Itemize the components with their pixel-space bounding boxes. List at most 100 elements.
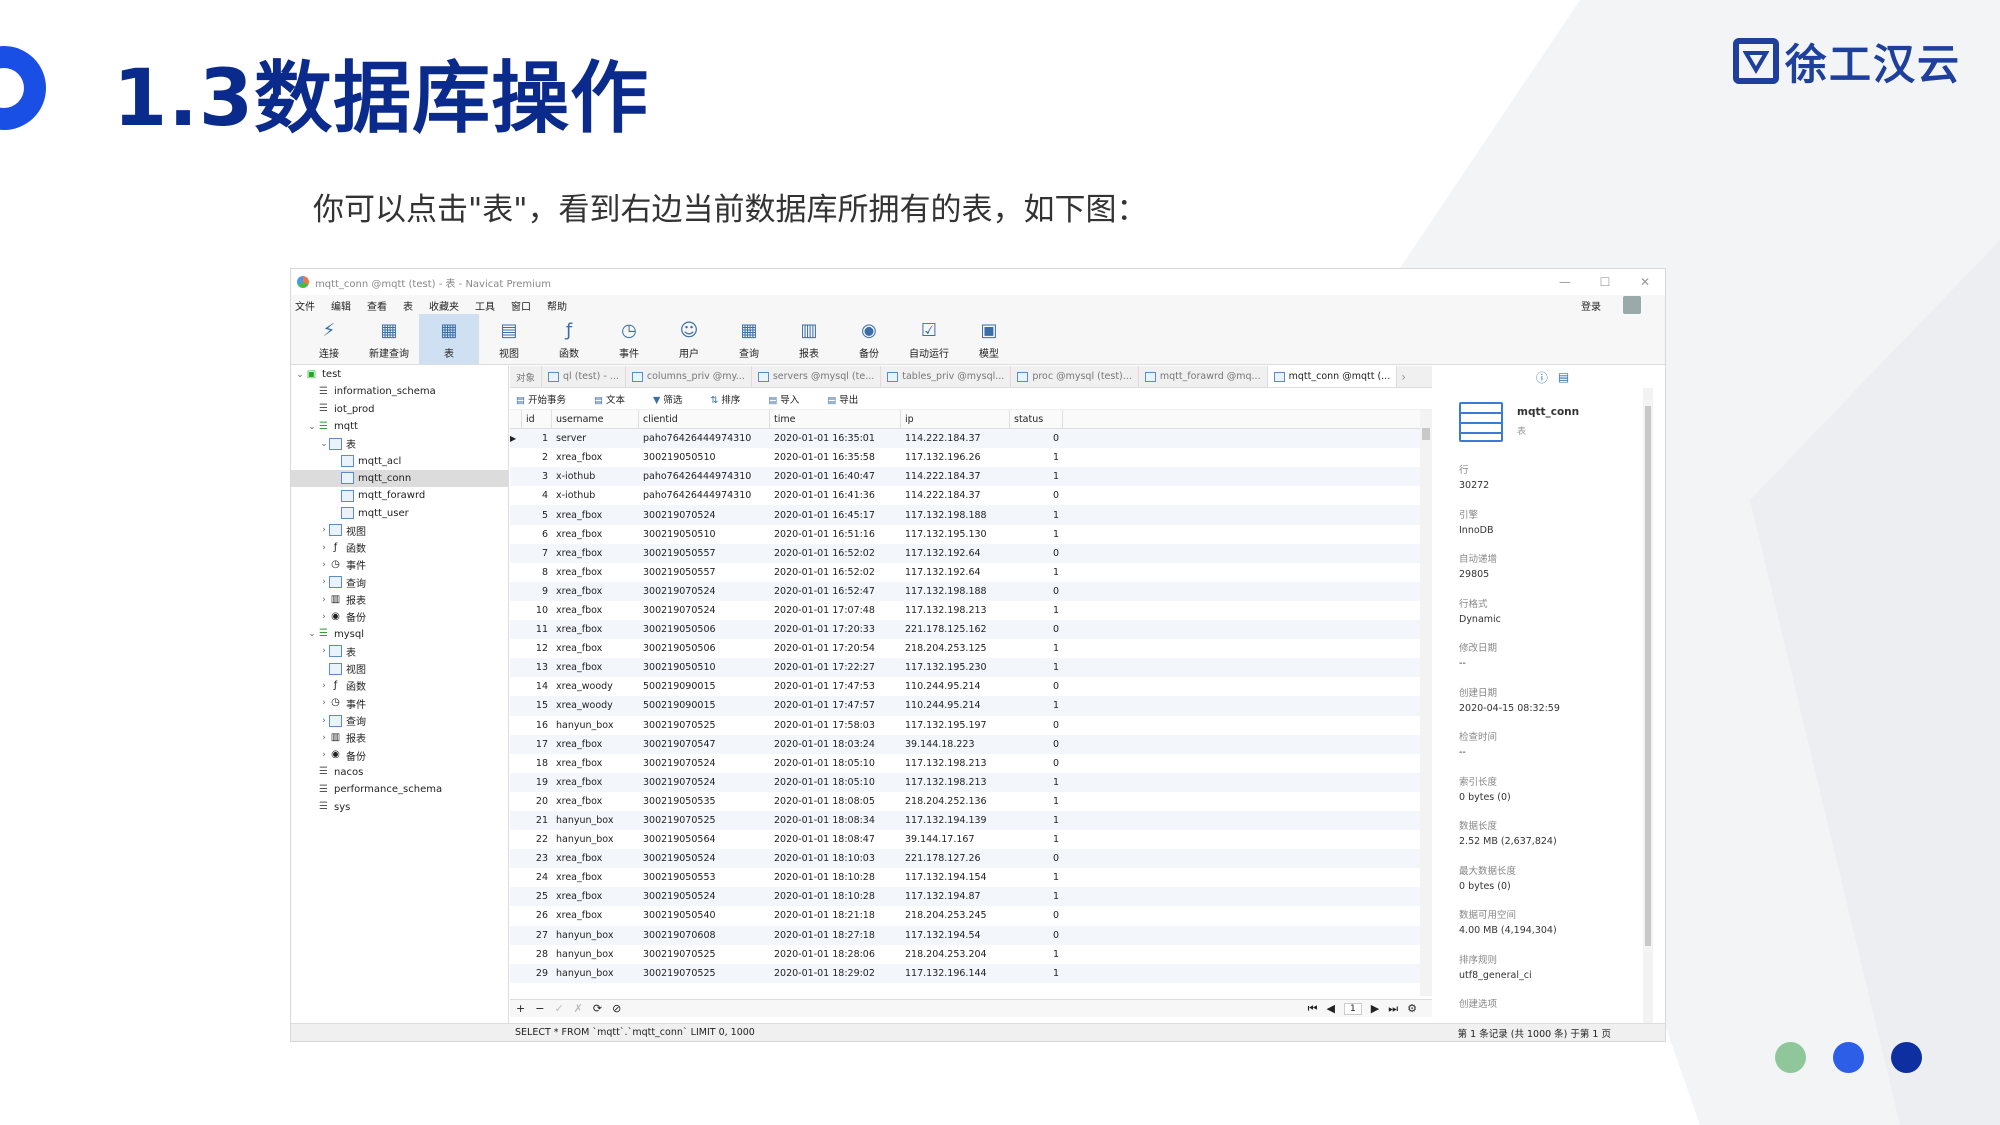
table-row[interactable]: 15 xrea_woody 500219090015 2020-01-01 17:47…	[510, 696, 1432, 716]
cell-username[interactable]: xrea_fbox	[552, 739, 639, 750]
cell-status[interactable]: 1	[1010, 700, 1063, 711]
cell-username[interactable]: xrea_fbox	[552, 510, 639, 521]
tree-expand-icon[interactable]: ›	[319, 698, 329, 708]
cell-status[interactable]: 1	[1010, 777, 1063, 788]
cell-status[interactable]: 1	[1010, 968, 1063, 979]
table-row[interactable]: 20 xrea_fbox 300219050535 2020-01-01 18:08:…	[510, 792, 1432, 811]
cell-status[interactable]: 0	[1010, 758, 1063, 769]
tree-expand-icon[interactable]: ›	[319, 646, 329, 656]
column-header-ip[interactable]: ip	[901, 409, 1010, 429]
tree-item[interactable]: › 查询	[291, 574, 508, 591]
table-row[interactable]: 9 xrea_fbox 300219070524 2020-01-01 16:52:4…	[510, 581, 1432, 601]
cell-clientid[interactable]: paho76426444974310	[639, 433, 770, 444]
cell-ip[interactable]: 117.132.194.87	[901, 891, 1010, 902]
table-row[interactable]: ▶ 1 server paho76426444974310 2020-01-01 16:…	[510, 429, 1432, 449]
cell-clientid[interactable]: 300219070524	[639, 586, 770, 597]
cell-status[interactable]: 0	[1010, 624, 1063, 635]
table-row[interactable]: 13 xrea_fbox 300219050510 2020-01-01 17:22:…	[510, 658, 1432, 678]
cell-time[interactable]: 2020-01-01 18:08:34	[770, 815, 901, 826]
last-page-button[interactable]: ⏭	[1388, 1002, 1398, 1016]
cell-time[interactable]: 2020-01-01 17:20:33	[770, 624, 901, 635]
tree-item[interactable]: › ◉ 备份	[291, 747, 508, 764]
tree-expand-icon[interactable]: ⌄	[295, 370, 305, 380]
table-row[interactable]: 24 xrea_fbox 300219050553 2020-01-01 18:10:…	[510, 868, 1432, 887]
cell-clientid[interactable]: 300219070525	[639, 720, 770, 731]
tree-item[interactable]: mqtt_user	[291, 504, 508, 521]
menu-item-6[interactable]: 窗口	[511, 298, 531, 313]
cell-username[interactable]: xrea_fbox	[552, 758, 639, 769]
cell-time[interactable]: 2020-01-01 17:47:53	[770, 681, 901, 692]
grid-vertical-scrollbar[interactable]	[1420, 410, 1432, 996]
cell-username[interactable]: hanyun_box	[552, 834, 639, 845]
cell-username[interactable]: hanyun_box	[552, 720, 639, 731]
cell-status[interactable]: 1	[1010, 834, 1063, 845]
cell-status[interactable]: 1	[1010, 872, 1063, 883]
table-row[interactable]: 11 xrea_fbox 300219050506 2020-01-01 17:20:…	[510, 620, 1432, 640]
toolbar-user-button[interactable]: ☺ 用户	[659, 314, 719, 364]
table-row[interactable]: 8 xrea_fbox 300219050557 2020-01-01 16:52:0…	[510, 563, 1432, 582]
tree-item[interactable]: › ◷ 事件	[291, 556, 508, 573]
cell-id[interactable]: 3	[522, 471, 552, 482]
menu-item-4[interactable]: 收藏夹	[429, 298, 459, 313]
cell-status[interactable]: 0	[1010, 548, 1063, 559]
tab-1[interactable]: ql (test) - ...	[542, 366, 626, 387]
cell-id[interactable]: 12	[522, 643, 552, 654]
info-icon[interactable]: ⓘ	[1536, 369, 1548, 386]
cell-id[interactable]: 15	[522, 700, 552, 711]
cell-time[interactable]: 2020-01-01 18:28:06	[770, 949, 901, 960]
cell-id[interactable]: 11	[522, 624, 552, 635]
cell-clientid[interactable]: 300219050540	[639, 910, 770, 921]
cell-username[interactable]: xrea_fbox	[552, 872, 639, 883]
settings-icon[interactable]: ⚙	[1407, 1002, 1417, 1015]
data-tool-button-3[interactable]: ⇅ 排序	[710, 392, 754, 406]
menu-item-3[interactable]: 表	[403, 298, 413, 313]
cell-ip[interactable]: 117.132.198.213	[901, 605, 1010, 616]
table-row[interactable]: 3 x-iothub paho76426444974310 2020-01-01 16…	[510, 467, 1432, 487]
cell-username[interactable]: xrea_fbox	[552, 529, 639, 540]
column-header-time[interactable]: time	[770, 409, 901, 429]
cell-clientid[interactable]: 300219050506	[639, 624, 770, 635]
cell-status[interactable]: 1	[1010, 567, 1063, 578]
table-row[interactable]: 22 hanyun_box 300219050564 2020-01-01 18:08…	[510, 830, 1432, 849]
cell-ip[interactable]: 114.222.184.37	[901, 433, 1010, 444]
cell-time[interactable]: 2020-01-01 18:27:18	[770, 930, 901, 941]
cell-username[interactable]: xrea_fbox	[552, 567, 639, 578]
menu-item-0[interactable]: 文件	[295, 298, 315, 313]
cell-username[interactable]: xrea_fbox	[552, 910, 639, 921]
cell-status[interactable]: 1	[1010, 796, 1063, 807]
cell-id[interactable]: 21	[522, 815, 552, 826]
cell-id[interactable]: 27	[522, 930, 552, 941]
cell-id[interactable]: 1	[522, 433, 552, 444]
cell-time[interactable]: 2020-01-01 16:45:17	[770, 510, 901, 521]
tab-0[interactable]: 对象	[510, 366, 543, 387]
apply-changes-button[interactable]: ✓	[554, 1002, 563, 1015]
cell-ip[interactable]: 114.222.184.37	[901, 490, 1010, 501]
tree-item[interactable]: ☰ nacos	[291, 764, 508, 781]
cell-status[interactable]: 0	[1010, 720, 1063, 731]
cell-time[interactable]: 2020-01-01 16:40:47	[770, 471, 901, 482]
tree-item[interactable]: ☰ sys	[291, 798, 508, 815]
cell-id[interactable]: 7	[522, 548, 552, 559]
toolbar-query-button[interactable]: ▦ 查询	[719, 314, 779, 364]
maximize-button[interactable]: ☐	[1585, 275, 1625, 289]
column-header-username[interactable]: username	[552, 409, 639, 429]
column-header-id[interactable]: id	[522, 409, 552, 429]
cell-ip[interactable]: 218.204.253.245	[901, 910, 1010, 921]
tab-7[interactable]: mqtt_conn @mqtt (...	[1267, 366, 1398, 387]
table-row[interactable]: 12 xrea_fbox 300219050506 2020-01-01 17:20:…	[510, 639, 1432, 658]
cell-status[interactable]: 1	[1010, 471, 1063, 482]
tree-item[interactable]: › ƒ 函数	[291, 539, 508, 556]
cell-id[interactable]: 8	[522, 567, 552, 578]
tree-expand-icon[interactable]: ⌄	[307, 422, 317, 432]
tree-expand-icon[interactable]: ›	[319, 612, 329, 622]
cell-id[interactable]: 4	[522, 490, 552, 501]
cell-status[interactable]: 1	[1010, 815, 1063, 826]
login-link[interactable]: 登录	[1581, 298, 1601, 313]
cell-time[interactable]: 2020-01-01 18:29:02	[770, 968, 901, 979]
cell-ip[interactable]: 117.132.192.64	[901, 567, 1010, 578]
toolbar-event-button[interactable]: ◷ 事件	[599, 314, 659, 364]
cell-clientid[interactable]: 300219050510	[639, 452, 770, 463]
column-header-clientid[interactable]: clientid	[639, 409, 770, 429]
table-row[interactable]: 19 xrea_fbox 300219070524 2020-01-01 18:05:…	[510, 772, 1432, 792]
cell-id[interactable]: 25	[522, 891, 552, 902]
